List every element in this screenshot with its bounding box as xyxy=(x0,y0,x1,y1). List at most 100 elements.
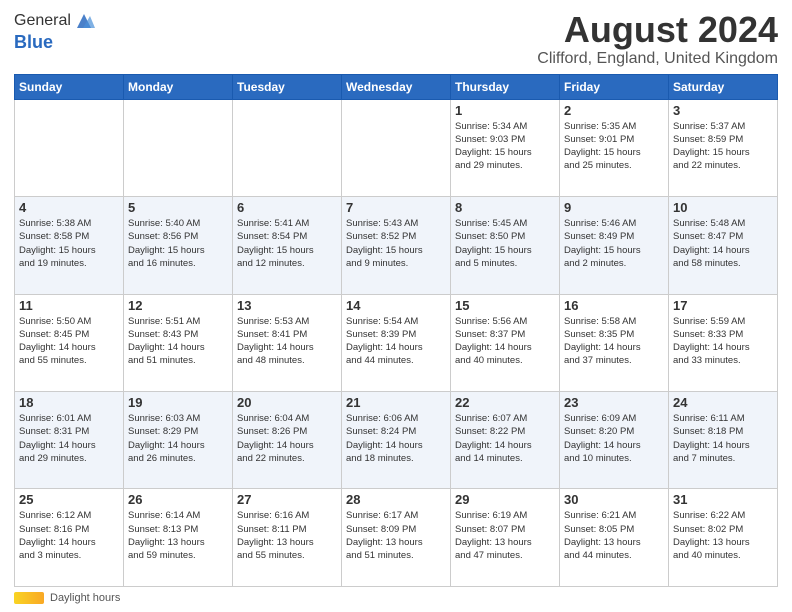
calendar-cell: 15 Sunrise: 5:56 AM Sunset: 8:37 PM Dayli… xyxy=(451,294,560,391)
calendar-cell: 19 Sunrise: 6:03 AM Sunset: 8:29 PM Dayli… xyxy=(124,392,233,489)
weekday-header-saturday: Saturday xyxy=(669,74,778,99)
calendar-cell: 3 Sunrise: 5:37 AM Sunset: 8:59 PM Daylig… xyxy=(669,99,778,196)
day-number: 9 xyxy=(564,200,664,215)
footer: Daylight hours xyxy=(14,592,778,604)
day-info: Sunrise: 5:56 AM Sunset: 8:37 PM Dayligh… xyxy=(455,315,555,368)
day-number: 11 xyxy=(19,298,119,313)
day-info: Sunrise: 6:06 AM Sunset: 8:24 PM Dayligh… xyxy=(346,412,446,465)
day-number: 12 xyxy=(128,298,228,313)
day-number: 26 xyxy=(128,492,228,507)
week-row-5: 25Sunrise: 6:12 AM Sunset: 8:16 PM Dayli… xyxy=(15,489,778,587)
weekday-header-wednesday: Wednesday xyxy=(342,74,451,99)
day-number: 15 xyxy=(455,298,555,313)
day-number: 6 xyxy=(237,200,337,215)
day-info: Sunrise: 6:12 AM Sunset: 8:16 PM Dayligh… xyxy=(19,509,119,562)
day-number: 24 xyxy=(673,395,773,410)
calendar-cell: 26 Sunrise: 6:14 AM Sunset: 8:13 PM Dayli… xyxy=(124,489,233,587)
day-info: Sunrise: 5:35 AM Sunset: 9:01 PM Dayligh… xyxy=(564,120,664,173)
daylight-bar-icon xyxy=(14,592,44,604)
calendar-cell: 17Sunrise: 5:59 AM Sunset: 8:33 PM Dayli… xyxy=(669,294,778,391)
calendar-cell: 23 Sunrise: 6:09 AM Sunset: 8:20 PM Dayli… xyxy=(560,392,669,489)
calendar-cell: 6 Sunrise: 5:41 AM Sunset: 8:54 PM Daylig… xyxy=(233,197,342,294)
calendar-cell: 9Sunrise: 5:46 AM Sunset: 8:49 PM Daylig… xyxy=(560,197,669,294)
day-number: 28 xyxy=(346,492,446,507)
calendar-cell: 22Sunrise: 6:07 AM Sunset: 8:22 PM Dayli… xyxy=(451,392,560,489)
calendar-cell xyxy=(124,99,233,196)
day-number: 4 xyxy=(19,200,119,215)
calendar-cell: 16 Sunrise: 5:58 AM Sunset: 8:35 PM Dayli… xyxy=(560,294,669,391)
calendar-cell: 7Sunrise: 5:43 AM Sunset: 8:52 PM Daylig… xyxy=(342,197,451,294)
calendar-cell: 25Sunrise: 6:12 AM Sunset: 8:16 PM Dayli… xyxy=(15,489,124,587)
day-number: 18 xyxy=(19,395,119,410)
calendar-cell: 21 Sunrise: 6:06 AM Sunset: 8:24 PM Dayli… xyxy=(342,392,451,489)
day-info: Sunrise: 5:51 AM Sunset: 8:43 PM Dayligh… xyxy=(128,315,228,368)
calendar-cell: 13Sunrise: 5:53 AM Sunset: 8:41 PM Dayli… xyxy=(233,294,342,391)
location-title: Clifford, England, United Kingdom xyxy=(537,50,778,68)
calendar-cell: 1 Sunrise: 5:34 AM Sunset: 9:03 PM Daylig… xyxy=(451,99,560,196)
header: General Blue August 2024 Clifford, Engla… xyxy=(14,10,778,68)
calendar-cell: 24 Sunrise: 6:11 AM Sunset: 8:18 PM Dayli… xyxy=(669,392,778,489)
day-info: Sunrise: 5:41 AM Sunset: 8:54 PM Dayligh… xyxy=(237,217,337,270)
calendar-cell: 10Sunrise: 5:48 AM Sunset: 8:47 PM Dayli… xyxy=(669,197,778,294)
week-row-1: 1 Sunrise: 5:34 AM Sunset: 9:03 PM Daylig… xyxy=(15,99,778,196)
day-info: Sunrise: 6:03 AM Sunset: 8:29 PM Dayligh… xyxy=(128,412,228,465)
day-number: 7 xyxy=(346,200,446,215)
calendar-cell: 20Sunrise: 6:04 AM Sunset: 8:26 PM Dayli… xyxy=(233,392,342,489)
page: General Blue August 2024 Clifford, Engla… xyxy=(0,0,792,612)
day-info: Sunrise: 6:11 AM Sunset: 8:18 PM Dayligh… xyxy=(673,412,773,465)
title-area: August 2024 Clifford, England, United Ki… xyxy=(537,10,778,68)
calendar-cell: 28 Sunrise: 6:17 AM Sunset: 8:09 PM Dayli… xyxy=(342,489,451,587)
weekday-header-friday: Friday xyxy=(560,74,669,99)
day-info: Sunrise: 5:58 AM Sunset: 8:35 PM Dayligh… xyxy=(564,315,664,368)
day-number: 16 xyxy=(564,298,664,313)
weekday-header-thursday: Thursday xyxy=(451,74,560,99)
day-number: 23 xyxy=(564,395,664,410)
day-info: Sunrise: 5:53 AM Sunset: 8:41 PM Dayligh… xyxy=(237,315,337,368)
day-info: Sunrise: 6:19 AM Sunset: 8:07 PM Dayligh… xyxy=(455,509,555,562)
day-info: Sunrise: 6:07 AM Sunset: 8:22 PM Dayligh… xyxy=(455,412,555,465)
calendar-cell: 27 Sunrise: 6:16 AM Sunset: 8:11 PM Dayli… xyxy=(233,489,342,587)
weekday-header-monday: Monday xyxy=(124,74,233,99)
day-info: Sunrise: 5:48 AM Sunset: 8:47 PM Dayligh… xyxy=(673,217,773,270)
logo-blue-text: Blue xyxy=(14,32,95,53)
day-number: 30 xyxy=(564,492,664,507)
day-number: 1 xyxy=(455,103,555,118)
calendar-cell xyxy=(342,99,451,196)
calendar-cell: 18Sunrise: 6:01 AM Sunset: 8:31 PM Dayli… xyxy=(15,392,124,489)
week-row-4: 18Sunrise: 6:01 AM Sunset: 8:31 PM Dayli… xyxy=(15,392,778,489)
month-title: August 2024 xyxy=(537,10,778,50)
day-info: Sunrise: 6:09 AM Sunset: 8:20 PM Dayligh… xyxy=(564,412,664,465)
calendar-table: SundayMondayTuesdayWednesdayThursdayFrid… xyxy=(14,74,778,587)
day-number: 21 xyxy=(346,395,446,410)
day-number: 8 xyxy=(455,200,555,215)
calendar-cell: 29 Sunrise: 6:19 AM Sunset: 8:07 PM Dayli… xyxy=(451,489,560,587)
day-number: 14 xyxy=(346,298,446,313)
day-info: Sunrise: 6:22 AM Sunset: 8:02 PM Dayligh… xyxy=(673,509,773,562)
day-info: Sunrise: 5:45 AM Sunset: 8:50 PM Dayligh… xyxy=(455,217,555,270)
day-info: Sunrise: 6:17 AM Sunset: 8:09 PM Dayligh… xyxy=(346,509,446,562)
calendar-cell: 31 Sunrise: 6:22 AM Sunset: 8:02 PM Dayli… xyxy=(669,489,778,587)
calendar-cell xyxy=(15,99,124,196)
day-info: Sunrise: 6:16 AM Sunset: 8:11 PM Dayligh… xyxy=(237,509,337,562)
day-info: Sunrise: 5:40 AM Sunset: 8:56 PM Dayligh… xyxy=(128,217,228,270)
day-number: 3 xyxy=(673,103,773,118)
day-number: 2 xyxy=(564,103,664,118)
week-row-3: 11 Sunrise: 5:50 AM Sunset: 8:45 PM Dayli… xyxy=(15,294,778,391)
day-info: Sunrise: 5:34 AM Sunset: 9:03 PM Dayligh… xyxy=(455,120,555,173)
weekday-header-row: SundayMondayTuesdayWednesdayThursdayFrid… xyxy=(15,74,778,99)
logo: General Blue xyxy=(14,10,95,53)
day-info: Sunrise: 5:54 AM Sunset: 8:39 PM Dayligh… xyxy=(346,315,446,368)
day-number: 27 xyxy=(237,492,337,507)
day-info: Sunrise: 6:14 AM Sunset: 8:13 PM Dayligh… xyxy=(128,509,228,562)
day-number: 31 xyxy=(673,492,773,507)
day-info: Sunrise: 5:50 AM Sunset: 8:45 PM Dayligh… xyxy=(19,315,119,368)
day-number: 17 xyxy=(673,298,773,313)
calendar-cell: 5 Sunrise: 5:40 AM Sunset: 8:56 PM Daylig… xyxy=(124,197,233,294)
day-number: 29 xyxy=(455,492,555,507)
weekday-header-tuesday: Tuesday xyxy=(233,74,342,99)
week-row-2: 4Sunrise: 5:38 AM Sunset: 8:58 PM Daylig… xyxy=(15,197,778,294)
logo-icon xyxy=(73,10,95,32)
day-info: Sunrise: 5:37 AM Sunset: 8:59 PM Dayligh… xyxy=(673,120,773,173)
day-number: 19 xyxy=(128,395,228,410)
day-number: 5 xyxy=(128,200,228,215)
